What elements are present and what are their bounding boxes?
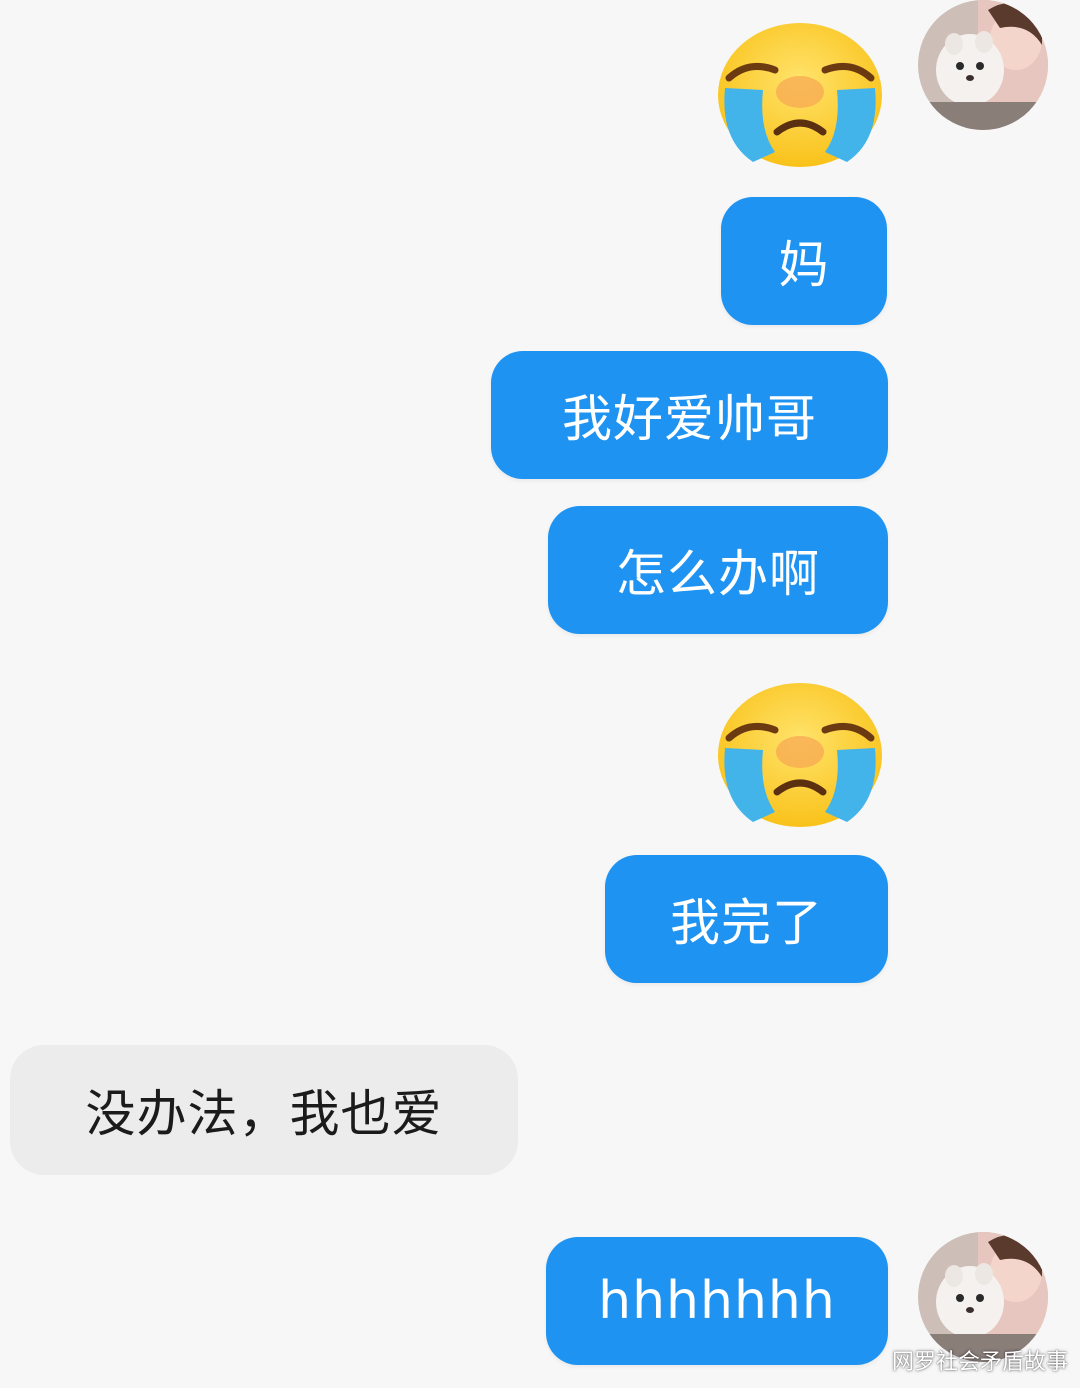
received-message[interactable]: 没办法，我也爱	[10, 1045, 518, 1175]
chat-screen: 妈 我好爱帅哥 怎么办啊 我完了 没办法，我也爱 hhhhhhh 网罗社会矛盾故…	[0, 0, 1080, 1388]
watermark: 网罗社会矛盾故事	[891, 1350, 1068, 1375]
sent-message[interactable]: 怎么办啊	[548, 506, 888, 634]
user-avatar[interactable]	[918, 0, 1048, 130]
user-avatar[interactable]	[918, 1232, 1048, 1362]
crying-emoji	[715, 680, 885, 830]
loudly-crying-face-icon	[718, 683, 882, 827]
loudly-crying-face-icon	[718, 23, 882, 167]
sent-message[interactable]: 我完了	[605, 855, 888, 983]
sent-message[interactable]: 我好爱帅哥	[491, 351, 888, 479]
avatar-photo-icon	[918, 0, 1048, 130]
sent-message[interactable]: hhhhhhh	[546, 1237, 888, 1365]
crying-emoji	[715, 20, 885, 170]
sent-message[interactable]: 妈	[721, 197, 887, 325]
avatar-photo-icon	[918, 1232, 1048, 1362]
